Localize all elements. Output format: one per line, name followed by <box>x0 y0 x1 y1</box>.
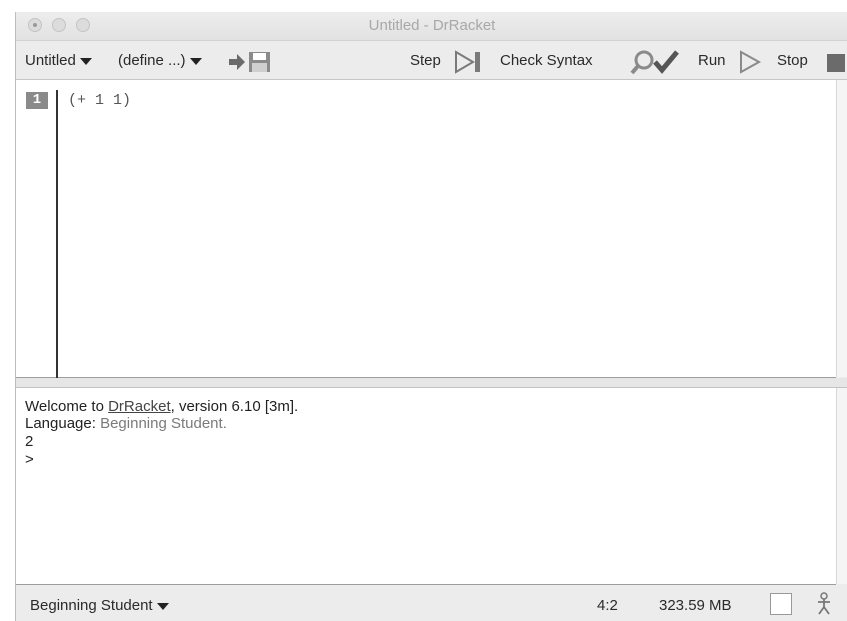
interactions-pane[interactable]: Welcome to DrRacket, version 6.10 [3m]. … <box>16 388 836 585</box>
check-syntax-button[interactable]: Check Syntax <box>500 52 593 69</box>
title-bar: Untitled - DrRacket <box>16 12 847 41</box>
definitions-editor[interactable]: 1 (+ 1 1) <box>16 80 836 380</box>
repl-prompt[interactable]: > <box>25 451 34 468</box>
drracket-link[interactable]: DrRacket <box>108 398 171 415</box>
pane-divider[interactable] <box>16 378 847 388</box>
run-button[interactable]: Run <box>698 52 726 69</box>
stop-label: Stop <box>777 52 808 69</box>
step-button[interactable]: Step <box>410 52 441 69</box>
language-prefix: Language: <box>25 415 101 432</box>
language-menu-button[interactable]: Beginning Student <box>30 597 169 614</box>
cursor-position: 4:2 <box>597 597 618 614</box>
language-name: Beginning Student <box>100 415 223 432</box>
welcome-prefix: Welcome to <box>25 398 109 415</box>
welcome-suffix: , version 6.10 [3m]. <box>170 398 299 415</box>
magnifier-check-icon <box>630 50 679 75</box>
chevron-down-icon <box>156 602 169 610</box>
line-number: 1 <box>26 92 48 109</box>
define-menu-button[interactable]: (define ...) <box>118 52 202 69</box>
welcome-message: Welcome to DrRacket, version 6.10 [3m]. <box>25 398 298 415</box>
language-menu-label: Beginning Student <box>30 597 153 614</box>
chevron-down-icon <box>189 57 202 65</box>
chevron-down-icon <box>79 57 92 65</box>
memory-usage[interactable]: 323.59 MB <box>659 597 732 614</box>
stop-button[interactable]: Stop <box>777 52 808 69</box>
language-message: Language: Beginning Student. <box>25 415 227 432</box>
toolbar: Untitled (define ...) Step Check Syntax <box>16 41 847 80</box>
file-menu-button[interactable]: Untitled <box>25 52 92 69</box>
check-syntax-label: Check Syntax <box>500 52 593 69</box>
drracket-window: Untitled - DrRacket Untitled (define ...… <box>15 12 847 621</box>
language-suffix: . <box>222 415 227 432</box>
step-label: Step <box>410 52 441 69</box>
recycling-man-icon <box>818 592 830 615</box>
step-icon <box>455 50 480 74</box>
text-cursor-line <box>56 90 58 380</box>
stop-square-icon <box>827 54 845 72</box>
save-disk-icon[interactable] <box>228 51 274 73</box>
status-bar: Beginning Student 4:2 323.59 MB <box>16 585 847 621</box>
file-menu-label: Untitled <box>25 52 76 69</box>
window-title: Untitled - DrRacket <box>368 17 496 34</box>
interactions-scrollbar[interactable] <box>836 388 847 584</box>
editor-scrollbar[interactable] <box>836 80 847 377</box>
memory-gc-box[interactable] <box>770 593 792 615</box>
define-menu-label: (define ...) <box>118 52 186 69</box>
code-line[interactable]: (+ 1 1) <box>68 92 131 109</box>
repl-result: 2 <box>25 433 34 450</box>
run-label: Run <box>698 52 726 69</box>
run-triangle-icon <box>740 50 762 74</box>
